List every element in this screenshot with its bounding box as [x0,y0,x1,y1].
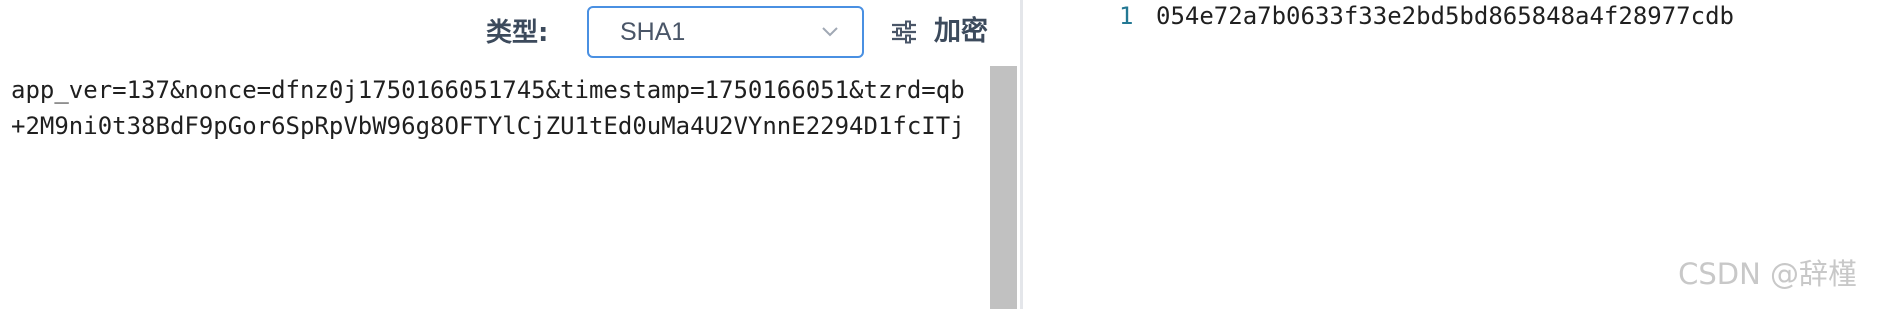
hash-tool-page: 类型: SHA1 加密 app_ver=137&nonce=dfnz0j1750… [0,0,1889,309]
input-scrollbar[interactable] [990,66,1017,309]
output-pane: 1 054e72a7b0633f33e2bd5bd865848a4f28977c… [1023,0,1889,309]
chevron-down-icon [822,27,838,37]
output-hash-value[interactable]: 054e72a7b0633f33e2bd5bd865848a4f28977cdb [1156,0,1734,32]
watermark: CSDN @辞槿 [1678,257,1857,291]
hash-type-selected-value: SHA1 [620,18,686,46]
encrypt-button[interactable]: 加密 [934,10,988,54]
input-scrollbar-thumb[interactable] [990,66,1017,309]
type-label: 类型: [486,18,549,48]
output-line-number: 1 [1119,2,1134,30]
input-line: app_ver=137&nonce=dfnz0j1750166051745&ti… [11,76,965,104]
input-pane: 类型: SHA1 加密 app_ver=137&nonce=dfnz0j1750… [0,0,1020,309]
input-line: +2M9ni0t38BdF9pGor6SpRpVbW96g8OFTYlCjZU1… [11,112,965,140]
input-textarea[interactable]: app_ver=137&nonce=dfnz0j1750166051745&ti… [0,66,990,309]
sliders-icon[interactable] [891,20,917,44]
toolbar: 类型: SHA1 加密 [0,0,1020,66]
hash-type-select[interactable]: SHA1 [587,6,864,58]
